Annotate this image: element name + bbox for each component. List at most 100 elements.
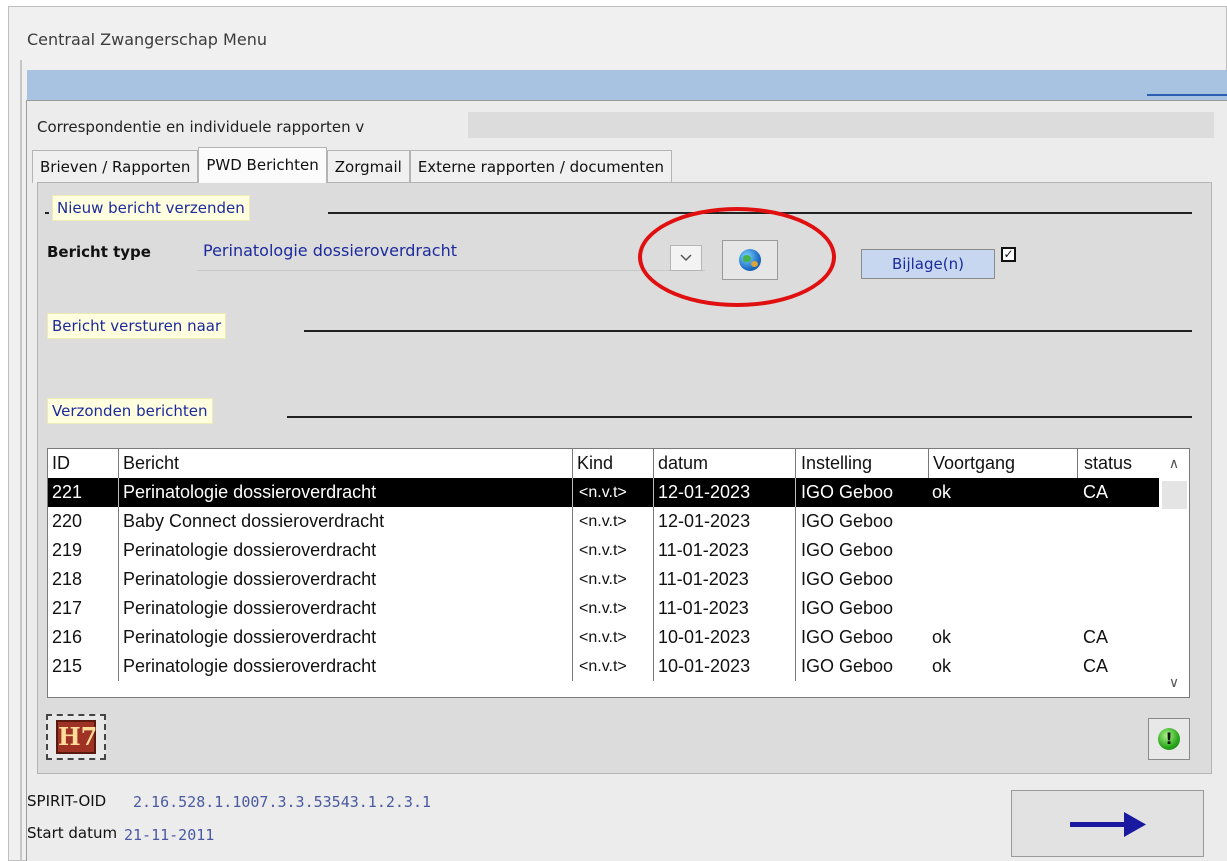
cell-kind: <n.v.t> [572,536,654,565]
cell-status: CA [1083,482,1109,502]
tab-pwd-berichten[interactable]: PWD Berichten [198,147,327,183]
section-sent: Verzonden berichten [47,398,213,424]
cell-kind: <n.v.t> [572,652,654,681]
dialog-title: Correspondentie en individuele rapporten… [37,118,365,136]
column-header-id[interactable]: ID [52,449,120,478]
cell-voortgang: ok [932,627,952,647]
column-header-voortgang[interactable]: Voortgang [928,449,1078,478]
attachments-checkbox[interactable]: ✓ [1001,247,1016,262]
cell-datum: 11-01-2023 [653,565,796,594]
cell-instelling: IGO Geboo [795,478,929,507]
message-type-label: Bericht type [47,243,151,261]
cell-instelling: IGO Geboo [795,507,929,536]
alert-button[interactable]: ! [1148,718,1190,760]
scroll-up-arrow[interactable]: ∧ [1159,452,1189,474]
cell-id: 218 [52,569,83,589]
start-date-label: Start datum [27,824,118,842]
cell-bericht: Perinatologie dossieroverdracht [118,594,573,623]
cell-voortgang [928,594,1078,623]
table-scrollbar[interactable]: ∧ ∨ [1159,449,1189,697]
tab-bar: Brieven / Rapporten PWD Berichten Zorgma… [32,147,673,183]
table-row[interactable]: 219 Perinatologie dossieroverdracht <n.v.t… [48,536,1160,565]
cell-bericht: Baby Connect dossieroverdracht [118,507,573,536]
cell-bericht: Perinatologie dossieroverdracht [118,565,573,594]
arrow-right-icon [1069,811,1146,837]
tab-zorgmail[interactable]: Zorgmail [326,150,410,183]
cell-bericht: Perinatologie dossieroverdracht [118,623,573,652]
cell-kind: <n.v.t> [572,565,654,594]
cell-datum: 11-01-2023 [653,594,796,623]
column-header-kind[interactable]: Kind [572,449,654,478]
section-divider [304,330,1192,332]
cell-bericht: Perinatologie dossieroverdracht [118,536,573,565]
table-row[interactable]: 215 Perinatologie dossieroverdracht <n.v.t… [48,652,1160,681]
window-border [20,60,22,861]
cell-status [1077,565,1160,594]
cell-status: CA [1083,627,1109,647]
section-divider [287,416,1192,418]
table-row[interactable]: 218 Perinatologie dossieroverdracht <n.v.t… [48,565,1160,594]
oid-label: SPIRIT-OID [27,792,107,810]
tab-brieven-rapporten[interactable]: Brieven / Rapporten [32,150,199,183]
cell-datum: 11-01-2023 [653,536,796,565]
section-line-start [45,212,49,214]
cell-bericht: Perinatologie dossieroverdracht [118,478,573,507]
cell-datum: 12-01-2023 [653,478,796,507]
column-header-datum[interactable]: datum [653,449,796,478]
cell-instelling: IGO Geboo [795,623,929,652]
cell-status [1077,507,1160,536]
column-header-status[interactable]: status [1077,449,1160,478]
cell-id: 219 [52,540,83,560]
cell-bericht: Perinatologie dossieroverdracht [118,652,573,681]
column-header-bericht[interactable]: Bericht [118,449,573,478]
header-link[interactable] [1147,94,1227,96]
cell-voortgang [928,507,1078,536]
scroll-thumb[interactable] [1162,481,1187,509]
hl7-icon: H7 [56,720,97,754]
hl7-button[interactable]: H7 [46,714,106,760]
next-button[interactable] [1011,790,1204,857]
cell-status: CA [1083,656,1109,676]
cell-instelling: IGO Geboo [795,536,929,565]
message-type-value[interactable]: Perinatologie dossieroverdracht [203,241,457,260]
sent-messages-table[interactable]: ID Bericht Kind datum Instelling Voortga… [47,448,1190,698]
cell-id: 221 [52,482,83,502]
window-title: Centraal Zwangerschap Menu [27,30,267,49]
table-header: ID Bericht Kind datum Instelling Voortga… [48,449,1160,478]
cell-datum: 10-01-2023 [653,652,796,681]
section-new-message: Nieuw bericht verzenden [52,195,250,221]
cell-voortgang [928,536,1078,565]
dialog-title-field [468,112,1214,138]
tab-externe-rapporten[interactable]: Externe rapporten / documenten [409,150,673,183]
cell-datum: 10-01-2023 [653,623,796,652]
table-row[interactable]: 216 Perinatologie dossieroverdracht <n.v.t… [48,623,1160,652]
cell-id: 220 [52,511,83,531]
cell-voortgang: ok [932,656,952,676]
cell-kind: <n.v.t> [572,623,654,652]
cell-kind: <n.v.t> [572,594,654,623]
cell-instelling: IGO Geboo [795,565,929,594]
highlight-annotation [638,207,836,307]
cell-voortgang: ok [932,482,952,502]
oid-value: 2.16.528.1.1007.3.3.53543.1.2.3.1 [133,793,432,811]
cell-id: 217 [52,598,83,618]
table-row[interactable]: 217 Perinatologie dossieroverdracht <n.v.t… [48,594,1160,623]
cell-voortgang [928,565,1078,594]
cell-datum: 12-01-2023 [653,507,796,536]
header-band [27,70,1227,100]
cell-kind: <n.v.t> [572,507,654,536]
cell-kind: <n.v.t> [572,478,654,507]
cell-status [1077,536,1160,565]
cell-id: 215 [52,656,83,676]
attachments-button[interactable]: Bijlage(n) [861,249,995,279]
cell-instelling: IGO Geboo [795,652,929,681]
cell-status [1077,594,1160,623]
column-header-instelling[interactable]: Instelling [795,449,929,478]
message-type-underline [197,270,705,271]
alert-icon: ! [1158,728,1180,750]
table-row[interactable]: 221 Perinatologie dossieroverdracht <n.v.t… [48,478,1160,507]
scroll-down-arrow[interactable]: ∨ [1159,671,1189,693]
table-row[interactable]: 220 Baby Connect dossieroverdracht <n.v.t>… [48,507,1160,536]
start-date-value: 21-11-2011 [124,826,215,844]
cell-id: 216 [52,627,83,647]
